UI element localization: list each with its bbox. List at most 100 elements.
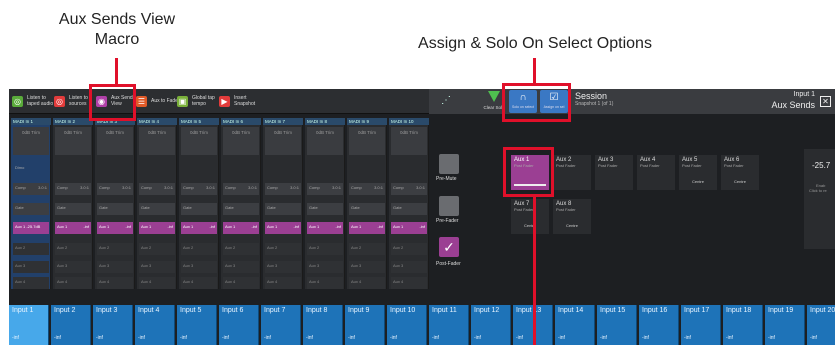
trim-box[interactable]: 0dB Trim [307, 127, 343, 155]
comp-row[interactable]: Comp 3.0:1 [181, 183, 217, 195]
macro-insert-snapshot[interactable]: ▶ Insert Snapshot [219, 93, 266, 110]
input-fader[interactable]: Input 12 -inf [471, 305, 511, 345]
aux-send-tile[interactable]: Aux 2 Post Fader [553, 155, 591, 190]
input-fader[interactable]: Input 8 -inf [303, 305, 343, 345]
gate-row[interactable]: Gate [391, 203, 427, 215]
input-fader[interactable]: Input 11 -inf [429, 305, 469, 345]
aux2-send-row[interactable]: Aux 2 [265, 243, 301, 255]
aux3-send-row[interactable]: Aux 3 [307, 261, 343, 273]
routing-icon[interactable]: ⋰ [441, 95, 451, 106]
aux-send-tile[interactable]: Aux 4 Post Fader [637, 155, 675, 190]
aux2-send-row[interactable]: Aux 2 [307, 243, 343, 255]
comp-row[interactable]: Comp 3.0:1 [391, 183, 427, 195]
aux4-send-row[interactable]: Aux 4 [55, 277, 91, 289]
aux1-send-row[interactable]: Aux 1 -inf [181, 222, 217, 234]
trim-box[interactable]: 0dB Trim [97, 127, 133, 155]
channel-header[interactable]: MADI In 7 [263, 118, 303, 125]
aux-send-tile[interactable]: Aux 8 Post Fader Centre [553, 199, 591, 234]
aux3-send-row[interactable]: Aux 3 [181, 261, 217, 273]
aux4-send-row[interactable]: Aux 4 [265, 277, 301, 289]
aux4-send-row[interactable]: Aux 4 [391, 277, 427, 289]
aux3-send-row[interactable]: Aux 3 [349, 261, 385, 273]
aux3-send-row[interactable]: Aux 3 [265, 261, 301, 273]
input-fader[interactable]: Input 6 -inf [219, 305, 259, 345]
gate-row[interactable]: Gate [265, 203, 301, 215]
aux1-send-row[interactable]: Aux 1 -inf [223, 222, 259, 234]
close-icon[interactable]: ✕ [820, 96, 831, 107]
aux1-send-row[interactable]: Aux 1 -inf [265, 222, 301, 234]
aux4-send-row[interactable]: Aux 4 [139, 277, 175, 289]
trim-box[interactable]: 0dB Trim [349, 127, 385, 155]
gate-row[interactable]: Gate [181, 203, 217, 215]
aux3-send-row[interactable]: Aux 3 [391, 261, 427, 273]
trim-box[interactable]: 0dB Trim [55, 127, 91, 155]
channel-header[interactable]: MADI In 1 [11, 118, 51, 125]
aux4-send-row[interactable]: Aux 4 [349, 277, 385, 289]
channel-header[interactable]: MADI In 10 [389, 118, 429, 125]
input-fader[interactable]: Input 18 -inf [723, 305, 763, 345]
channel-header[interactable]: MADI In 8 [305, 118, 345, 125]
aux2-send-row[interactable]: Aux 2 [97, 243, 133, 255]
gate-row[interactable]: Gate [97, 203, 133, 215]
aux1-send-row[interactable]: Aux 1 -inf [391, 222, 427, 234]
comp-row[interactable]: Comp 3.0:1 [55, 183, 91, 195]
input-fader[interactable]: Input 5 -inf [177, 305, 217, 345]
aux2-send-row[interactable]: Aux 2 [13, 243, 49, 255]
aux3-send-row[interactable]: Aux 3 [223, 261, 259, 273]
aux3-send-row[interactable]: Aux 3 [139, 261, 175, 273]
input-fader[interactable]: Input 4 -inf [135, 305, 175, 345]
aux2-send-row[interactable]: Aux 2 [139, 243, 175, 255]
input-fader[interactable]: Input 19 -inf [765, 305, 805, 345]
aux-send-tile[interactable]: Aux 6 Post Fader Centre [721, 155, 759, 190]
channel-header[interactable]: MADI In 9 [347, 118, 387, 125]
gate-row[interactable]: Gate [13, 203, 49, 215]
aux2-send-row[interactable]: Aux 2 [181, 243, 217, 255]
aux2-send-row[interactable]: Aux 2 [223, 243, 259, 255]
aux3-send-row[interactable]: Aux 3 [97, 261, 133, 273]
input-fader[interactable]: Input 9 -inf [345, 305, 385, 345]
gate-row[interactable]: Gate [139, 203, 175, 215]
comp-row[interactable]: Comp 3.0:1 [139, 183, 175, 195]
macro-global-tap-tempo[interactable]: ▣ Global tap tempo [177, 93, 224, 110]
aux3-send-row[interactable]: Aux 3 [55, 261, 91, 273]
trim-box[interactable]: 0dB Trim [13, 127, 49, 155]
comp-row[interactable]: Comp 3.0:1 [349, 183, 385, 195]
comp-row[interactable]: Comp 3.0:1 [223, 183, 259, 195]
aux3-send-row[interactable]: Aux 3 [13, 261, 49, 273]
trim-box[interactable]: 0dB Trim [181, 127, 217, 155]
macro-aux-to-faders[interactable]: ☰ Aux to Faders [136, 93, 183, 110]
aux4-send-row[interactable]: Aux 4 [181, 277, 217, 289]
trim-box[interactable]: 0dB Trim [391, 127, 427, 155]
aux-send-tile[interactable]: Aux 3 Post Fader [595, 155, 633, 190]
gate-row[interactable]: Gate [307, 203, 343, 215]
pre-fader-button[interactable] [439, 196, 459, 216]
aux1-send-row[interactable]: Aux 1 -inf [307, 222, 343, 234]
aux4-send-row[interactable]: Aux 4 [223, 277, 259, 289]
trim-box[interactable]: 0dB Trim [223, 127, 259, 155]
input-fader[interactable]: Input 16 -inf [639, 305, 679, 345]
aux2-send-row[interactable]: Aux 2 [391, 243, 427, 255]
input-fader[interactable]: Input 10 -inf [387, 305, 427, 345]
aux2-send-row[interactable]: Aux 2 [55, 243, 91, 255]
aux1-send-row[interactable]: Aux 1 -inf [349, 222, 385, 234]
pre-mute-button[interactable] [439, 154, 459, 174]
trim-box[interactable]: 0dB Trim [139, 127, 175, 155]
input-fader[interactable]: Input 1 -inf [9, 305, 49, 345]
aux2-send-row[interactable]: Aux 2 [349, 243, 385, 255]
channel-header[interactable]: MADI In 5 [179, 118, 219, 125]
trim-box[interactable]: 0dB Trim [265, 127, 301, 155]
post-fader-button[interactable]: ✓ [439, 237, 459, 257]
aux1-send-row[interactable]: Aux 1 -inf [55, 222, 91, 234]
gate-row[interactable]: Gate [223, 203, 259, 215]
comp-row[interactable]: Comp 3.0:1 [265, 183, 301, 195]
aux-send-tile[interactable]: Aux 5 Post Fader Centre [679, 155, 717, 190]
macro-listen-taped[interactable]: ◎ Listen to taped audio [12, 93, 59, 110]
aux4-send-row[interactable]: Aux 4 [307, 277, 343, 289]
aux4-send-row[interactable]: Aux 4 [13, 277, 49, 289]
comp-row[interactable]: Comp 3.0:1 [13, 183, 49, 195]
input-fader[interactable]: Input 20 -inf [807, 305, 835, 345]
gate-row[interactable]: Gate [349, 203, 385, 215]
aux4-send-row[interactable]: Aux 4 [97, 277, 133, 289]
input-fader[interactable]: Input 7 -inf [261, 305, 301, 345]
gate-row[interactable]: Gate [55, 203, 91, 215]
